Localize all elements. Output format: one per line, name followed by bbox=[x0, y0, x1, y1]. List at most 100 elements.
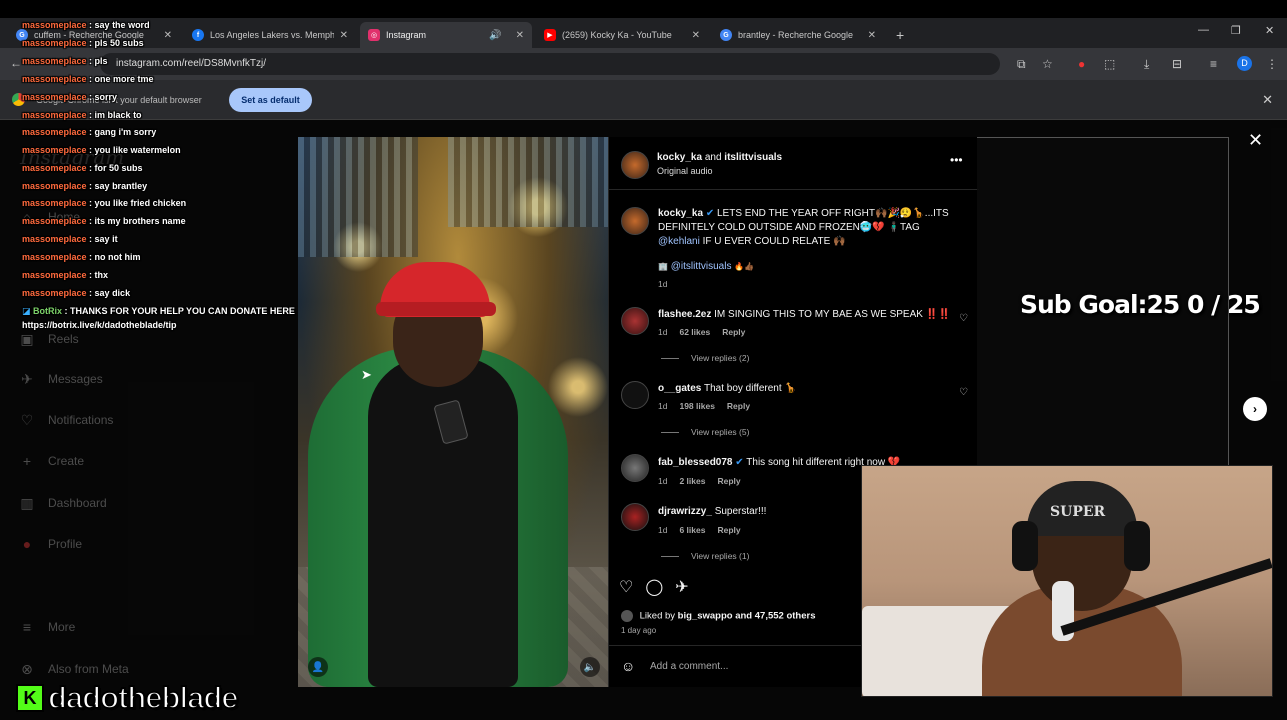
tab-search-icon[interactable]: ⊟ bbox=[1172, 57, 1182, 71]
chat-message: massomeplace : say brantley bbox=[22, 181, 148, 191]
url-bar[interactable]: instagram.com/reel/DS8MvnfkTzj/ bbox=[100, 53, 1000, 75]
view-replies-button[interactable]: View replies (5) bbox=[661, 427, 749, 437]
comment-likes[interactable]: 62 likes bbox=[679, 327, 710, 337]
extensions-icon[interactable]: ⬚ bbox=[1104, 57, 1115, 71]
mute-toggle-icon[interactable]: 🔈 bbox=[580, 657, 600, 677]
close-tab-icon[interactable]: ✕ bbox=[516, 30, 524, 41]
tagged-user-icon[interactable]: 👤 bbox=[308, 657, 328, 677]
like-heart-icon[interactable]: ♡ bbox=[619, 577, 633, 597]
tab-brantley[interactable]: G brantley - Recherche Google ✕ bbox=[712, 22, 884, 48]
building-background bbox=[448, 137, 608, 227]
download-icon[interactable]: ⤓ bbox=[1144, 57, 1149, 72]
comment-user[interactable]: fab_blessed078 bbox=[658, 457, 733, 468]
comment-likes[interactable]: 6 likes bbox=[679, 525, 705, 535]
comment-time: 1d bbox=[658, 327, 668, 337]
emoji-picker-icon[interactable]: ☺ bbox=[621, 658, 635, 674]
comment-avatar[interactable] bbox=[621, 307, 649, 335]
next-post-button[interactable]: › bbox=[1243, 397, 1267, 421]
restore-icon[interactable]: ❐ bbox=[1231, 24, 1241, 37]
comment-user[interactable]: o__gates bbox=[658, 383, 701, 394]
close-tab-icon[interactable]: ✕ bbox=[868, 30, 876, 41]
view-replies-button[interactable]: View replies (1) bbox=[661, 551, 749, 561]
tab-title: Instagram bbox=[386, 30, 427, 40]
chat-message: massomeplace : im black to bbox=[22, 110, 142, 120]
chat-user: massomeplace bbox=[22, 288, 87, 298]
sidebar-icon[interactable]: ≡ bbox=[1210, 57, 1217, 71]
bookmark-star-icon[interactable]: ☆ bbox=[1042, 57, 1053, 71]
new-tab-button[interactable]: + bbox=[888, 22, 912, 48]
comment-time: 1d bbox=[658, 476, 668, 486]
liked-by-line: Liked by big_swappo and 47,552 others bbox=[621, 610, 815, 622]
chat-message: massomeplace : say the word bbox=[22, 20, 150, 30]
like-comment-icon[interactable]: ♡ bbox=[959, 313, 968, 324]
comment-user[interactable]: flashee.2ez bbox=[658, 309, 711, 320]
fire-emoji-icon: 🔥👍🏾 bbox=[734, 262, 755, 271]
reply-button[interactable]: Reply bbox=[717, 476, 740, 486]
comment-time: 1d bbox=[658, 401, 668, 411]
profile-avatar-icon[interactable]: D bbox=[1237, 56, 1252, 71]
close-infobar-icon[interactable]: ✕ bbox=[1262, 92, 1273, 108]
caption-author-avatar[interactable] bbox=[621, 207, 649, 235]
comment-user[interactable]: djrawrizzy_ bbox=[658, 506, 712, 517]
browser-tab-strip: G cuffem - Recherche Google ✕ f Los Ange… bbox=[0, 18, 1287, 48]
post-author-name[interactable]: kocky_ka bbox=[657, 152, 702, 163]
comment-avatar[interactable] bbox=[621, 381, 649, 409]
close-window-icon[interactable]: ✕ bbox=[1265, 24, 1274, 37]
view-replies-button[interactable]: View replies (2) bbox=[661, 353, 749, 363]
caption-author-name[interactable]: kocky_ka bbox=[658, 208, 703, 219]
cast-icon[interactable]: ⧉ bbox=[1017, 57, 1026, 72]
person-cap-brim bbox=[376, 302, 496, 316]
extension-red-icon[interactable]: ● bbox=[1078, 57, 1085, 71]
post-header-and: and bbox=[704, 152, 722, 163]
tab-instagram[interactable]: ◎ Instagram 🔊 ✕ bbox=[360, 22, 532, 48]
streamer-webcam: SUPER bbox=[861, 465, 1273, 697]
url-text: instagram.com/reel/DS8MvnfkTzj/ bbox=[116, 58, 267, 69]
audio-icon[interactable]: 🔊 bbox=[489, 30, 501, 41]
mention-link[interactable]: @itslittvisuals bbox=[671, 261, 732, 272]
chat-user: massomeplace bbox=[22, 216, 87, 226]
kick-logo-icon: K bbox=[16, 684, 44, 712]
caption-tag-link[interactable]: @kehlani bbox=[658, 236, 700, 247]
post-date: 1 day ago bbox=[621, 626, 657, 635]
reply-button[interactable]: Reply bbox=[722, 327, 745, 337]
building-background bbox=[298, 137, 418, 257]
reply-button[interactable]: Reply bbox=[717, 525, 740, 535]
kick-badge-icon: ◪ bbox=[22, 306, 31, 316]
chat-text: gang i'm sorry bbox=[94, 127, 157, 137]
comment-avatar[interactable] bbox=[621, 503, 649, 531]
caption-mention: 🏢 @itslittvisuals 🔥👍🏾 bbox=[658, 261, 754, 272]
browser-menu-icon[interactable]: ⋮ bbox=[1266, 57, 1278, 71]
close-modal-icon[interactable]: ✕ bbox=[1248, 130, 1263, 151]
close-tab-icon[interactable]: ✕ bbox=[340, 30, 348, 41]
chat-text: you like watermelon bbox=[94, 145, 181, 155]
share-send-icon[interactable]: ✈ bbox=[675, 577, 688, 597]
liked-by-user[interactable]: big_swappo bbox=[678, 611, 733, 622]
post-author-avatar[interactable] bbox=[621, 151, 649, 179]
comment-likes[interactable]: 198 likes bbox=[679, 401, 714, 411]
reel-video[interactable]: ➤ 👤 🔈 bbox=[298, 137, 608, 687]
comment-likes[interactable]: 2 likes bbox=[679, 476, 705, 486]
chat-message: massomeplace : you like fried chicken bbox=[22, 198, 187, 208]
close-tab-icon[interactable]: ✕ bbox=[164, 30, 172, 41]
audio-label[interactable]: Original audio bbox=[657, 166, 713, 176]
add-comment-input[interactable]: Add a comment... bbox=[650, 661, 728, 672]
chat-user: massomeplace bbox=[22, 110, 87, 120]
reply-button[interactable]: Reply bbox=[727, 401, 750, 411]
post-collab-name[interactable]: itslittvisuals bbox=[724, 152, 782, 163]
tab-youtube[interactable]: ▶ (2659) Kocky Ka - YouTube ✕ bbox=[536, 22, 708, 48]
mouse-cursor-icon: ➤ bbox=[361, 367, 372, 382]
comment-avatar[interactable] bbox=[621, 454, 649, 482]
set-default-button[interactable]: Set as default bbox=[229, 88, 312, 112]
comment-bubble-icon[interactable]: ◯ bbox=[645, 577, 663, 597]
chat-user: massomeplace bbox=[22, 252, 87, 262]
back-icon[interactable]: ← bbox=[10, 56, 22, 70]
close-tab-icon[interactable]: ✕ bbox=[692, 30, 700, 41]
liked-by-count[interactable]: and 47,552 others bbox=[735, 611, 815, 622]
tab-lakers[interactable]: f Los Angeles Lakers vs. Memphi ✕ bbox=[184, 22, 356, 48]
verified-badge-icon: ✔ bbox=[735, 457, 744, 468]
more-options-icon[interactable]: ••• bbox=[950, 153, 963, 167]
like-comment-icon[interactable]: ♡ bbox=[959, 387, 968, 398]
chat-message: massomeplace : say dick bbox=[22, 288, 131, 298]
minimize-icon[interactable]: — bbox=[1198, 24, 1209, 36]
liked-by-prefix: Liked by bbox=[639, 610, 676, 622]
